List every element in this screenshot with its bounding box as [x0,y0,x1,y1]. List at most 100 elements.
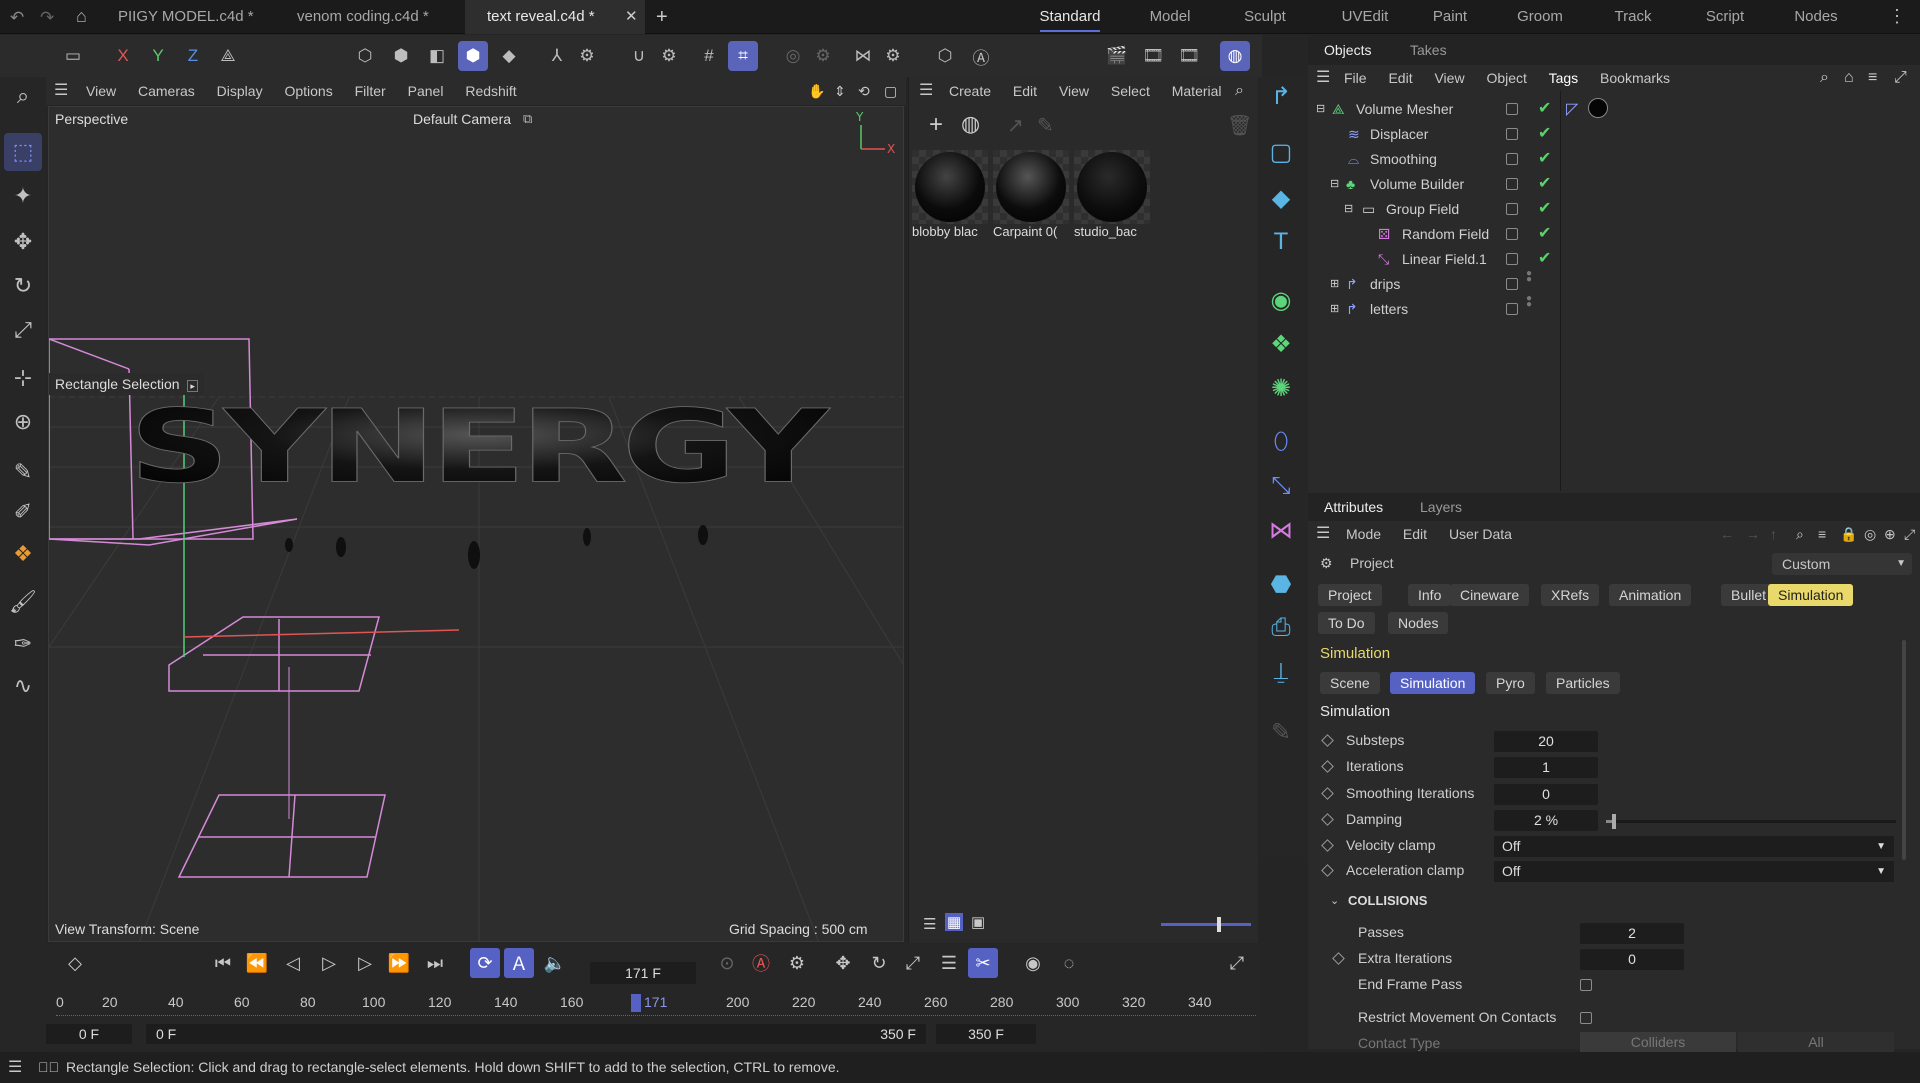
symmetry-icon[interactable]: ⋈ [848,41,878,71]
loop-icon[interactable]: ⟳ [470,948,500,978]
eyedropper-icon[interactable]: ✎ [1037,113,1054,138]
dolly-icon[interactable]: ⇕ [834,77,846,105]
status-menu-icon[interactable]: ☰ [8,1052,22,1083]
record-icon[interactable]: ⊙ [712,948,742,978]
tab-layers[interactable]: Layers [1420,499,1462,515]
layer-checkbox[interactable] [1506,153,1518,165]
more-menu-icon[interactable]: ⋮ [1888,6,1906,27]
move-tool-icon[interactable]: ✥ [4,223,42,261]
mat-menu-create[interactable]: Create [949,83,991,99]
target-icon[interactable]: ◎ [1864,521,1876,547]
menu-panel[interactable]: Panel [408,83,444,99]
points-mode-icon[interactable]: ⬡ [350,41,380,71]
go-to-end-icon[interactable]: ⏭ [420,948,450,978]
menu-cameras[interactable]: Cameras [138,83,195,99]
spline-sketch-icon[interactable]: ✐ [4,493,42,531]
soft-selection-icon[interactable]: ◎ [778,41,808,71]
brush-tool-icon[interactable]: 🖌 [4,583,42,621]
next-key-icon[interactable]: ⏩ [384,948,414,978]
apply-material-icon[interactable]: ↗ [1007,113,1024,138]
object-label[interactable]: letters [1370,297,1408,322]
layer-checkbox[interactable] [1506,228,1518,240]
viewport-hamburger-icon[interactable]: ☰ [54,77,68,105]
motion-clip-icon[interactable]: ◌ [1054,948,1084,978]
current-frame-field[interactable]: 171 F [590,962,696,984]
key-settings-icon[interactable]: ⚙ [782,948,812,978]
delete-material-icon[interactable]: 🗑 [1227,113,1252,138]
preset-dropdown[interactable]: Custom ▼ [1772,553,1912,575]
symmetry-settings-icon[interactable]: ⚙ [878,41,908,71]
workspace-paint[interactable]: Paint [1410,0,1490,34]
object-label[interactable]: Linear Field.1 [1402,247,1487,272]
new-tab-icon[interactable]: + [656,6,668,29]
tab-objects[interactable]: Objects [1324,42,1371,58]
text-object-icon[interactable]: T [1262,223,1300,261]
enabled-check-icon[interactable]: ✔ [1538,198,1551,218]
up-icon[interactable]: ↑ [1770,521,1777,547]
play-icon[interactable]: ▷ [314,948,344,978]
list-view-icon[interactable]: ☰ [923,915,936,933]
workspace-track[interactable]: Track [1593,0,1673,34]
prev-frame-icon[interactable]: ◁ [278,948,308,978]
collisions-title[interactable]: COLLISIONS [1348,893,1427,908]
axis-y-button[interactable]: Y [143,41,173,71]
material-hamburger-icon[interactable]: ☰ [919,77,933,105]
key-rotation-icon[interactable]: ↻ [864,948,894,978]
prev-key-icon[interactable]: ⏪ [242,948,272,978]
acceleration-clamp-dropdown[interactable]: Off ▼ [1494,861,1894,882]
tab-nodes[interactable]: Nodes [1388,612,1449,634]
undo-icon[interactable]: ↶ [10,8,24,28]
workspace-sculpt[interactable]: Sculpt [1225,0,1305,34]
pan-icon[interactable]: ✋ [808,77,825,105]
workspace-groom[interactable]: Groom [1500,0,1580,34]
damping-slider[interactable] [1606,814,1896,829]
objects-filter-icon[interactable]: ≡ [1868,65,1877,91]
axis-z-button[interactable]: Z [178,41,208,71]
volume-icon[interactable]: ⋈ [1262,511,1300,549]
live-selection-icon[interactable]: ✦ [4,177,42,215]
tab-xrefs[interactable]: XRefs [1541,584,1600,606]
render-picture-icon[interactable]: 🎞 [1138,41,1168,71]
layer-checkbox[interactable] [1506,178,1518,190]
orbit-icon[interactable]: ⟲ [858,77,870,105]
material-search-icon[interactable]: ⌕ [1235,77,1244,105]
enabled-check-icon[interactable]: ✔ [1538,248,1551,268]
coordinate-system-icon[interactable]: ⟁ [213,41,243,71]
lock-icon[interactable]: 🔒 [1840,521,1857,547]
light-object-icon[interactable]: ⍊ [1262,653,1300,691]
material-swatch[interactable]: studio_bac [1074,150,1150,240]
tab-takes[interactable]: Takes [1410,42,1447,58]
mograph-effector-icon[interactable]: ✺ [1262,369,1300,407]
objects-search-icon[interactable]: ⌕ [1820,65,1829,91]
substeps-field[interactable]: 20 [1494,731,1598,752]
spline-boolean-icon[interactable]: ❖ [4,535,42,573]
obj-menu-bookmarks[interactable]: Bookmarks [1600,70,1670,86]
rotate-tool-icon[interactable]: ↻ [4,267,42,305]
edges-mode-icon[interactable]: ⬢ [386,41,416,71]
workspace-standard[interactable]: Standard [1030,0,1110,34]
tab-text-reveal[interactable]: text reveal.c4d * ✕ [465,0,645,34]
search-icon[interactable]: ⌕ [4,77,42,115]
layer-checkbox[interactable] [1506,128,1518,140]
axis-settings-icon[interactable]: ⚙ [572,41,602,71]
damping-slider-handle[interactable] [1611,814,1616,829]
enabled-check-icon[interactable]: ✔ [1538,223,1551,243]
render-settings-icon[interactable]: 🎬 [1102,41,1132,71]
object-label[interactable]: Random Field [1402,222,1489,247]
field-icon[interactable]: ⤡ [1262,467,1300,505]
thumbnail-size-slider[interactable] [1161,917,1251,932]
playhead[interactable] [631,994,641,1012]
tab-info[interactable]: Info [1408,584,1452,606]
material-sphere-icon[interactable]: ◍ [961,111,980,137]
expand-icon[interactable]: ⊞ [1330,297,1339,322]
enabled-check-icon[interactable]: ✔ [1538,123,1551,143]
attr-new-icon[interactable]: ⊕ [1884,521,1896,547]
asset-icon[interactable]: Ⓐ [966,41,996,71]
contact-type-option-all[interactable]: All [1738,1032,1894,1052]
workspace-nodes[interactable]: Nodes [1776,0,1856,34]
layer-checkbox[interactable] [1506,103,1518,115]
polygons-mode-icon[interactable]: ◧ [422,41,452,71]
enabled-check-icon[interactable]: ✔ [1538,98,1551,118]
menu-view[interactable]: View [86,83,116,99]
visibility-dots-icon[interactable]: ● ● [1526,294,1532,310]
